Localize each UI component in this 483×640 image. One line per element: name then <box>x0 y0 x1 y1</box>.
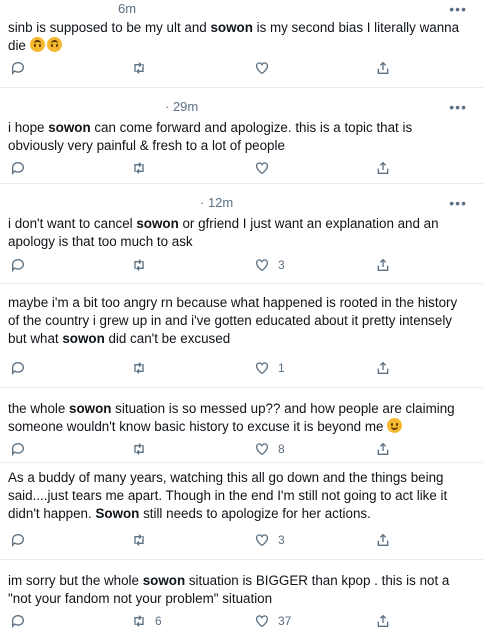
share-button[interactable] <box>375 441 391 457</box>
heart-icon <box>256 443 268 456</box>
retweet-button[interactable] <box>131 257 147 273</box>
tweet-text: As a buddy of many years, watching this … <box>8 470 451 521</box>
like-count: 37 <box>278 614 292 628</box>
share-button[interactable] <box>375 613 391 629</box>
retweet-button[interactable] <box>131 60 147 76</box>
tweet-text: i don't want to cancel sowon or gfriend … <box>8 216 443 249</box>
share-button[interactable] <box>375 360 391 376</box>
retweet-button[interactable] <box>131 160 147 176</box>
share-icon <box>377 442 389 455</box>
tweet[interactable]: maybe i'm a bit too angry rn because wha… <box>0 284 483 382</box>
tweet[interactable]: the whole sowon situation is so messed u… <box>0 388 483 462</box>
retweet-icon <box>134 615 144 627</box>
like-button[interactable]: 1 <box>254 360 285 376</box>
reply-icon <box>12 443 24 457</box>
share-button[interactable] <box>375 257 391 273</box>
tweet[interactable]: · 12m ••• i don't want to cancel sowon o… <box>0 184 483 282</box>
retweet-count: 6 <box>155 614 162 628</box>
share-icon <box>377 258 389 271</box>
reply-button[interactable] <box>10 160 26 176</box>
like-count: 3 <box>278 258 285 272</box>
heart-icon <box>256 362 268 375</box>
like-count: 1 <box>278 361 285 375</box>
retweet-icon <box>134 259 144 271</box>
reply-button[interactable] <box>10 532 26 548</box>
heart-icon <box>256 615 268 628</box>
retweet-icon <box>134 62 144 74</box>
heart-icon <box>256 62 268 75</box>
reply-button[interactable] <box>10 613 26 629</box>
like-count: 3 <box>278 533 285 547</box>
like-count: 8 <box>278 442 285 456</box>
retweet-button[interactable] <box>131 532 147 548</box>
like-button[interactable] <box>254 60 278 76</box>
share-button[interactable] <box>375 160 391 176</box>
tweet-actions: 6 37 <box>0 613 483 633</box>
tweet[interactable]: As a buddy of many years, watching this … <box>0 463 483 559</box>
retweet-button[interactable] <box>131 360 147 376</box>
share-button[interactable] <box>375 532 391 548</box>
tweet-actions: 3 <box>0 532 483 552</box>
like-button[interactable]: 3 <box>254 257 285 273</box>
tweet-text: the whole sowon situation is so messed u… <box>8 401 459 434</box>
tweet-actions <box>0 160 483 180</box>
retweet-button[interactable] <box>131 441 147 457</box>
share-button[interactable] <box>375 60 391 76</box>
like-button[interactable] <box>254 160 278 176</box>
tweet[interactable]: 6m ••• sinb is supposed to be my ult and… <box>0 0 483 86</box>
heart-icon <box>256 162 268 175</box>
share-icon <box>377 361 389 374</box>
tweet-text: sinb is supposed to be my ult and sowon … <box>8 20 463 53</box>
heart-icon <box>256 534 268 547</box>
retweet-icon <box>134 362 144 374</box>
reply-icon <box>12 62 24 76</box>
tweet-text: maybe i'm a bit too angry rn because wha… <box>8 295 461 346</box>
share-icon <box>377 161 389 174</box>
reply-icon <box>12 534 24 548</box>
tweet-text: im sorry but the whole sowon situation i… <box>8 573 454 606</box>
retweet-icon <box>134 162 144 174</box>
share-icon <box>377 614 389 627</box>
tweet-timestamp[interactable]: · 29m <box>165 99 198 114</box>
like-button[interactable]: 8 <box>254 441 285 457</box>
reply-button[interactable] <box>10 441 26 457</box>
reply-button[interactable] <box>10 60 26 76</box>
tweet[interactable]: im sorry but the whole sowon situation i… <box>0 560 483 640</box>
upside-down-face-emoji-icon <box>29 37 45 52</box>
tweet-actions: 3 <box>0 257 483 277</box>
retweet-button[interactable]: 6 <box>131 613 162 629</box>
more-options-icon[interactable]: ••• <box>449 2 467 16</box>
reply-button[interactable] <box>10 257 26 273</box>
grinning-face-emoji-icon <box>387 418 403 433</box>
tweet[interactable]: · 29m ••• i hope sowon can come forward … <box>0 88 483 181</box>
like-button[interactable]: 37 <box>254 613 291 629</box>
tweet-text: i hope sowon can come forward and apolog… <box>8 120 416 153</box>
tweet-actions: 8 <box>0 441 483 461</box>
tweet-actions <box>0 60 483 80</box>
reply-icon <box>12 615 24 629</box>
more-options-icon[interactable]: ••• <box>449 196 467 210</box>
like-button[interactable]: 3 <box>254 532 285 548</box>
reply-icon <box>12 362 24 376</box>
retweet-icon <box>134 534 144 546</box>
share-icon <box>377 61 389 74</box>
upside-down-face-emoji-icon <box>46 37 62 52</box>
reply-icon <box>12 259 24 273</box>
more-options-icon[interactable]: ••• <box>449 100 467 114</box>
tweet-timestamp[interactable]: 6m <box>118 1 136 16</box>
tweet-timestamp[interactable]: · 12m <box>200 195 233 210</box>
tweet-actions: 1 <box>0 360 483 380</box>
share-icon <box>377 533 389 546</box>
retweet-icon <box>134 443 144 455</box>
heart-icon <box>256 259 268 272</box>
reply-button[interactable] <box>10 360 26 376</box>
reply-icon <box>12 162 24 176</box>
